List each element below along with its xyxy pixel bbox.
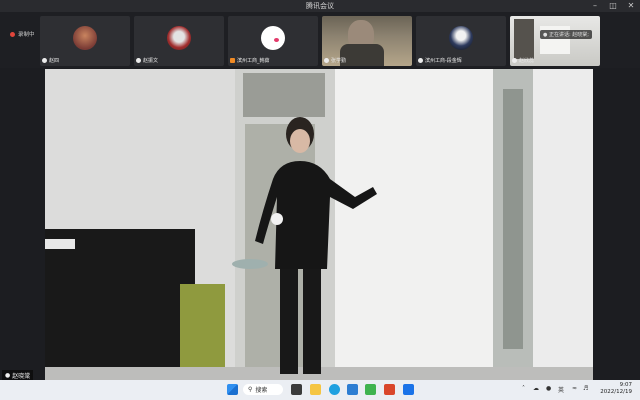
tencent-meeting-icon[interactable] (403, 384, 414, 395)
windows-taskbar: ⚲ 搜索 ˄ ☁ ● 英 ≈ ♬ 9:07 2022/12/19 (0, 380, 640, 400)
chevron-up-icon[interactable]: ˄ (522, 385, 525, 392)
wifi-icon[interactable]: ≈ (572, 385, 577, 392)
mic-icon (324, 58, 329, 63)
main-video[interactable] (45, 69, 593, 380)
main-video-scene (45, 69, 593, 380)
recording-label: 录制中 (18, 32, 35, 38)
mic-icon (42, 58, 47, 63)
mic-tray-icon[interactable]: ● (546, 385, 551, 392)
mic-icon (136, 58, 141, 63)
minimize-button[interactable]: – (588, 1, 602, 11)
participant-tile[interactable]: 赵四 (40, 16, 130, 66)
avatar (449, 26, 473, 50)
window-titlebar: 腾讯会议 – ◫ ✕ (0, 0, 640, 12)
file-explorer-icon[interactable] (310, 384, 321, 395)
record-dot-icon (10, 31, 15, 37)
participant-name: 张学勤 (331, 58, 347, 64)
participant-tile[interactable]: 滨州工商_韩茹 (228, 16, 318, 66)
participant-tile[interactable]: 赵欣蕊 (510, 16, 600, 66)
mic-icon: ● (543, 32, 548, 38)
taskbar-search[interactable]: ⚲ 搜索 (243, 384, 283, 395)
speaking-banner: ● 正在讲话: 赵晓棠; (540, 30, 592, 39)
clock[interactable]: 9:07 2022/12/19 (600, 382, 632, 396)
task-view-icon[interactable] (291, 384, 302, 395)
participant-tile[interactable]: 赵振文 (134, 16, 224, 66)
edge-icon[interactable] (329, 384, 340, 395)
avatar (167, 26, 191, 50)
clock-time: 9:07 (619, 382, 632, 388)
participant-tile[interactable]: 张学勤 (322, 16, 412, 66)
store-icon[interactable] (347, 384, 358, 395)
avatar (261, 26, 285, 50)
wechat-icon[interactable] (365, 384, 376, 395)
powerpoint-icon[interactable] (384, 384, 395, 395)
mic-icon: ● (5, 372, 11, 379)
participant-tile[interactable]: 滨州工商-段金辉 (416, 16, 506, 66)
ime-indicator[interactable]: 英 (558, 385, 564, 394)
clock-date: 2022/12/19 (600, 389, 632, 395)
participant-name: 赵欣蕊 (519, 58, 535, 64)
main-speaker-name: 赵晓棠 (12, 373, 31, 380)
participant-name: 赵四 (49, 58, 60, 64)
avatar (73, 26, 97, 50)
participant-name: 滨州工商_韩茹 (237, 58, 270, 64)
mic-icon (230, 58, 235, 63)
close-button[interactable]: ✕ (624, 1, 638, 11)
search-icon: ⚲ (248, 386, 253, 393)
restore-button[interactable]: ◫ (606, 1, 620, 11)
mic-icon (418, 58, 423, 63)
volume-icon[interactable]: ♬ (583, 385, 588, 392)
participant-name: 赵振文 (143, 58, 159, 64)
onedrive-icon[interactable]: ☁ (533, 385, 539, 392)
mic-icon (512, 58, 517, 63)
speaking-text: 正在讲话: 赵晓棠; (548, 32, 589, 38)
participant-name: 滨州工商-段金辉 (425, 58, 462, 64)
window-title: 腾讯会议 (306, 2, 334, 10)
recording-indicator[interactable]: 录制中 (10, 30, 35, 38)
start-icon[interactable] (227, 384, 238, 395)
search-label: 搜索 (255, 387, 268, 394)
